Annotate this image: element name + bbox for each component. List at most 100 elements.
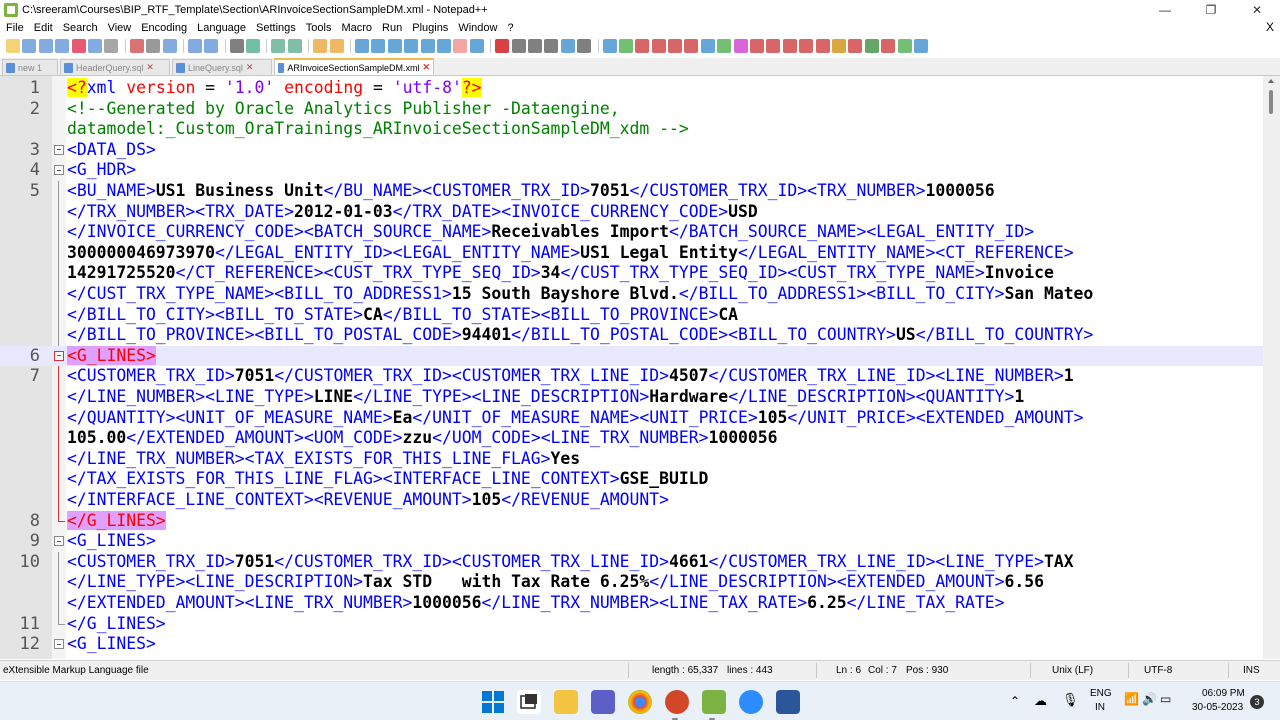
toolbar-button-icon[interactable]: [387, 39, 402, 53]
code-line[interactable]: 5 <BU_NAME>US1 Business Unit</BU_NAME><CU…: [0, 181, 1263, 202]
toolbar-button-icon[interactable]: [544, 39, 559, 53]
close-tab-icon[interactable]: ✕: [246, 62, 254, 73]
code-line[interactable]: </CUST_TRX_TYPE_NAME><BILL_TO_ADDRESS1>1…: [0, 284, 1263, 305]
code-line[interactable]: 8 </G_LINES>: [0, 510, 1263, 532]
fold-toggle-icon[interactable]: [54, 144, 64, 155]
tab-new-1[interactable]: new 1: [2, 59, 58, 75]
maximize-button[interactable]: ❐: [1188, 0, 1234, 20]
close-tab-icon[interactable]: ✕: [422, 62, 430, 73]
powerpoint-icon[interactable]: [665, 690, 689, 714]
toolbar-button-icon[interactable]: [313, 39, 328, 53]
close-button[interactable]: ✕: [1234, 0, 1280, 20]
editor-area[interactable]: 1 <?xml version = '1.0' encoding = 'utf-8…: [0, 76, 1280, 659]
fold-toggle-icon[interactable]: [54, 536, 64, 547]
toolbar-button-icon[interactable]: [22, 39, 37, 53]
code-line[interactable]: </LINE_TYPE><LINE_DESCRIPTION>Tax STD wi…: [0, 572, 1263, 593]
code-line[interactable]: 4 <G_HDR>: [0, 160, 1263, 181]
toolbar-button-icon[interactable]: [271, 39, 286, 53]
toolbar-button-icon[interactable]: [329, 39, 344, 53]
code-line[interactable]: 105.00</EXTENDED_AMOUNT><UOM_CODE>zzu</U…: [0, 428, 1263, 449]
toolbar-button-icon[interactable]: [511, 39, 526, 53]
toolbar-button-icon[interactable]: [831, 39, 846, 53]
code-line[interactable]: </INTERFACE_LINE_CONTEXT><REVENUE_AMOUNT…: [0, 490, 1263, 511]
status-eol[interactable]: Unix (LF): [1052, 665, 1093, 676]
toolbar-button-icon[interactable]: [38, 39, 53, 53]
toolbar-button-icon[interactable]: [733, 39, 748, 53]
notepadpp-taskbar-icon[interactable]: [702, 690, 726, 714]
toolbar-button-icon[interactable]: [420, 39, 435, 53]
toolbar-button-icon[interactable]: [635, 39, 650, 53]
close-document-button[interactable]: X: [1266, 20, 1274, 34]
zoom-icon[interactable]: [739, 690, 763, 714]
tab-headerquery[interactable]: HeaderQuery.sql ✕: [60, 59, 170, 75]
code-line[interactable]: 12 <G_LINES>: [0, 634, 1263, 655]
code-line[interactable]: </LINE_TRX_NUMBER><TAX_EXISTS_FOR_THIS_L…: [0, 449, 1263, 470]
menu-run[interactable]: Run: [376, 22, 406, 34]
menu-settings[interactable]: Settings: [250, 22, 300, 34]
code-line[interactable]: </TRX_NUMBER><TRX_DATE>2012-01-03</TRX_D…: [0, 202, 1263, 223]
teams-icon[interactable]: [591, 690, 615, 714]
clock-date[interactable]: 30-05-2023: [1192, 702, 1243, 713]
toolbar-button-icon[interactable]: [864, 39, 879, 53]
menu-encoding[interactable]: Encoding: [135, 22, 191, 34]
fold-toggle-icon[interactable]: [54, 350, 64, 361]
toolbar-button-icon[interactable]: [55, 39, 70, 53]
vertical-scrollbar[interactable]: [1263, 76, 1280, 659]
menu-tools[interactable]: Tools: [300, 22, 336, 34]
scrollbar-thumb[interactable]: [1269, 90, 1273, 114]
current-line[interactable]: 6 <G_LINES>: [0, 345, 1263, 367]
battery-icon[interactable]: ▭: [1160, 692, 1171, 706]
task-view-icon[interactable]: [517, 690, 541, 714]
toolbar-button-icon[interactable]: [782, 39, 797, 53]
code-line[interactable]: 11 </G_LINES>: [0, 613, 1263, 635]
code-line[interactable]: 1 <?xml version = '1.0' encoding = 'utf-8…: [0, 78, 1263, 99]
toolbar-button-icon[interactable]: [766, 39, 781, 53]
code-line[interactable]: </BILL_TO_PROVINCE><BILL_TO_POSTAL_CODE>…: [0, 325, 1263, 346]
toolbar-button-icon[interactable]: [897, 39, 912, 53]
toolbar-button-icon[interactable]: [618, 39, 633, 53]
menu-file[interactable]: File: [0, 22, 28, 34]
toolbar-button-icon[interactable]: [602, 39, 617, 53]
windows-start-icon[interactable]: [481, 690, 505, 714]
chrome-icon[interactable]: [628, 690, 652, 714]
toolbar-button-icon[interactable]: [495, 39, 510, 53]
microphone-icon[interactable]: 🎙: [1062, 692, 1079, 708]
code-line[interactable]: 9 <G_LINES>: [0, 531, 1263, 552]
menu-language[interactable]: Language: [191, 22, 250, 34]
status-insert-mode[interactable]: INS: [1243, 665, 1260, 676]
toolbar-button-icon[interactable]: [684, 39, 699, 53]
toolbar-button-icon[interactable]: [355, 39, 370, 53]
status-encoding[interactable]: UTF-8: [1144, 665, 1172, 676]
fold-toggle-icon[interactable]: [54, 639, 64, 650]
toolbar-button-icon[interactable]: [453, 39, 468, 53]
toolbar-button-icon[interactable]: [651, 39, 666, 53]
fold-toggle-icon[interactable]: [54, 165, 64, 176]
code-line[interactable]: </INVOICE_CURRENCY_CODE><BATCH_SOURCE_NA…: [0, 222, 1263, 243]
code-line[interactable]: 300000046973970</LEGAL_ENTITY_ID><LEGAL_…: [0, 243, 1263, 264]
menu-view[interactable]: View: [102, 22, 136, 34]
clock-time[interactable]: 06:09 PM: [1202, 688, 1245, 699]
toolbar-button-icon[interactable]: [799, 39, 814, 53]
toolbar-button-icon[interactable]: [187, 39, 202, 53]
menu-edit[interactable]: Edit: [28, 22, 57, 34]
menu-search[interactable]: Search: [57, 22, 102, 34]
toolbar-button-icon[interactable]: [229, 39, 244, 53]
toolbar-button-icon[interactable]: [371, 39, 386, 53]
toolbar-button-icon[interactable]: [668, 39, 683, 53]
scroll-up-arrow-icon[interactable]: [1268, 79, 1274, 83]
toolbar-button-icon[interactable]: [246, 39, 261, 53]
close-tab-icon[interactable]: ✕: [146, 62, 154, 73]
notepadpp-app-icon[interactable]: [4, 3, 18, 17]
code-line[interactable]: </LINE_NUMBER><LINE_TYPE>LINE</LINE_TYPE…: [0, 387, 1263, 408]
toolbar-button-icon[interactable]: [750, 39, 765, 53]
tab-arinvoicesection[interactable]: ARInvoiceSectionSampleDM.xml ✕: [274, 58, 434, 75]
notification-badge[interactable]: 3: [1250, 695, 1264, 709]
toolbar-button-icon[interactable]: [104, 39, 119, 53]
code-line[interactable]: 2 <!--Generated by Oracle Analytics Publi…: [0, 99, 1263, 120]
toolbar-button-icon[interactable]: [404, 39, 419, 53]
show-hidden-icons-chevron-icon[interactable]: ⌃: [1010, 694, 1020, 708]
toolbar-button-icon[interactable]: [717, 39, 732, 53]
code-line[interactable]: </EXTENDED_AMOUNT><LINE_TRX_NUMBER>10000…: [0, 593, 1263, 614]
toolbar-button-icon[interactable]: [815, 39, 830, 53]
toolbar-button-icon[interactable]: [469, 39, 484, 53]
